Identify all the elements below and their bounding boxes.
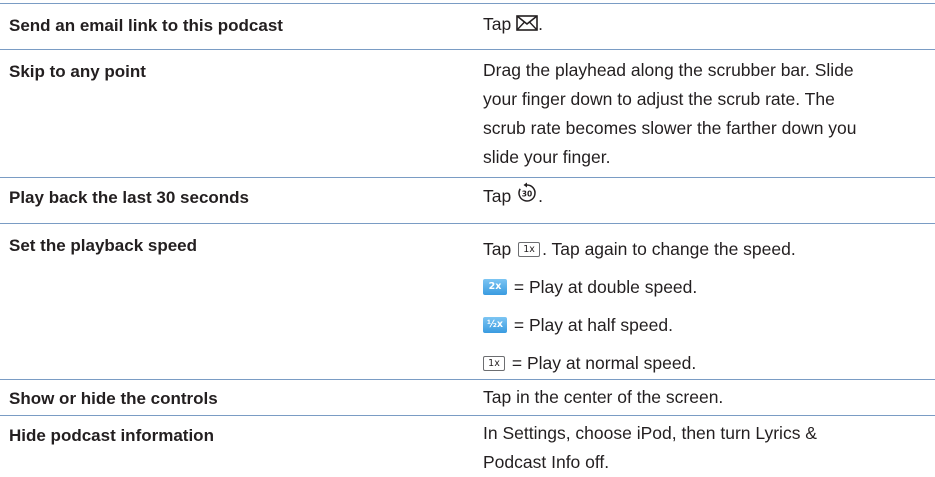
podcast-controls-table: Send an email link to this podcast Tap .…: [0, 0, 935, 476]
action-text: .: [538, 186, 543, 207]
row-divider: [0, 415, 935, 416]
action-text: = Play at double speed.: [509, 277, 698, 297]
action-line: Podcast Info off.: [483, 452, 610, 472]
envelope-icon: [516, 11, 538, 40]
svg-text:30: 30: [522, 190, 532, 199]
action-line: your finger down to adjust the scrub rat…: [483, 89, 835, 109]
action-line: slide your finger.: [483, 147, 611, 167]
action-text: . Tap again to change the speed.: [542, 239, 796, 259]
action-text: = Play at normal speed.: [507, 353, 697, 373]
action-description: Drag the playhead along the scrubber bar…: [483, 56, 928, 172]
action-line: In Settings, choose iPod, then turn Lyri…: [483, 423, 817, 443]
action-description: In Settings, choose iPod, then turn Lyri…: [483, 419, 928, 477]
task-label: Set the playback speed: [9, 236, 198, 255]
action-text: Tap: [483, 239, 517, 259]
row-divider: [0, 49, 935, 50]
speed-1x-icon: 1x: [483, 355, 505, 371]
action-text: = Play at half speed.: [509, 315, 673, 335]
action-description: Tap .: [483, 10, 928, 40]
action-text: Tap: [483, 14, 517, 34]
speed-half-icon: ½x: [483, 317, 507, 334]
speed-2x-icon: 2x: [483, 279, 507, 296]
row-divider: [0, 223, 935, 224]
task-label: Hide podcast information: [9, 426, 214, 445]
action-description: Tap 30 .: [483, 182, 928, 213]
row-divider: [0, 3, 935, 4]
action-text: .: [538, 14, 543, 34]
task-label: Send an email link to this podcast: [9, 16, 283, 35]
row-divider: [0, 177, 935, 178]
speed-1x-icon: 1x: [518, 241, 541, 257]
rewind-30-seconds-icon: 30: [516, 182, 538, 213]
action-description: Tap in the center of the screen.: [483, 387, 724, 407]
action-text: Tap: [483, 186, 517, 207]
action-line: scrub rate becomes slower the farther do…: [483, 118, 857, 138]
action-description: Tap 1x. Tap again to change the speed. 2…: [483, 230, 928, 382]
task-label: Show or hide the controls: [9, 389, 218, 408]
action-line: Drag the playhead along the scrubber bar…: [483, 60, 854, 80]
task-label: Play back the last 30 seconds: [9, 188, 250, 207]
task-label: Skip to any point: [9, 62, 146, 81]
